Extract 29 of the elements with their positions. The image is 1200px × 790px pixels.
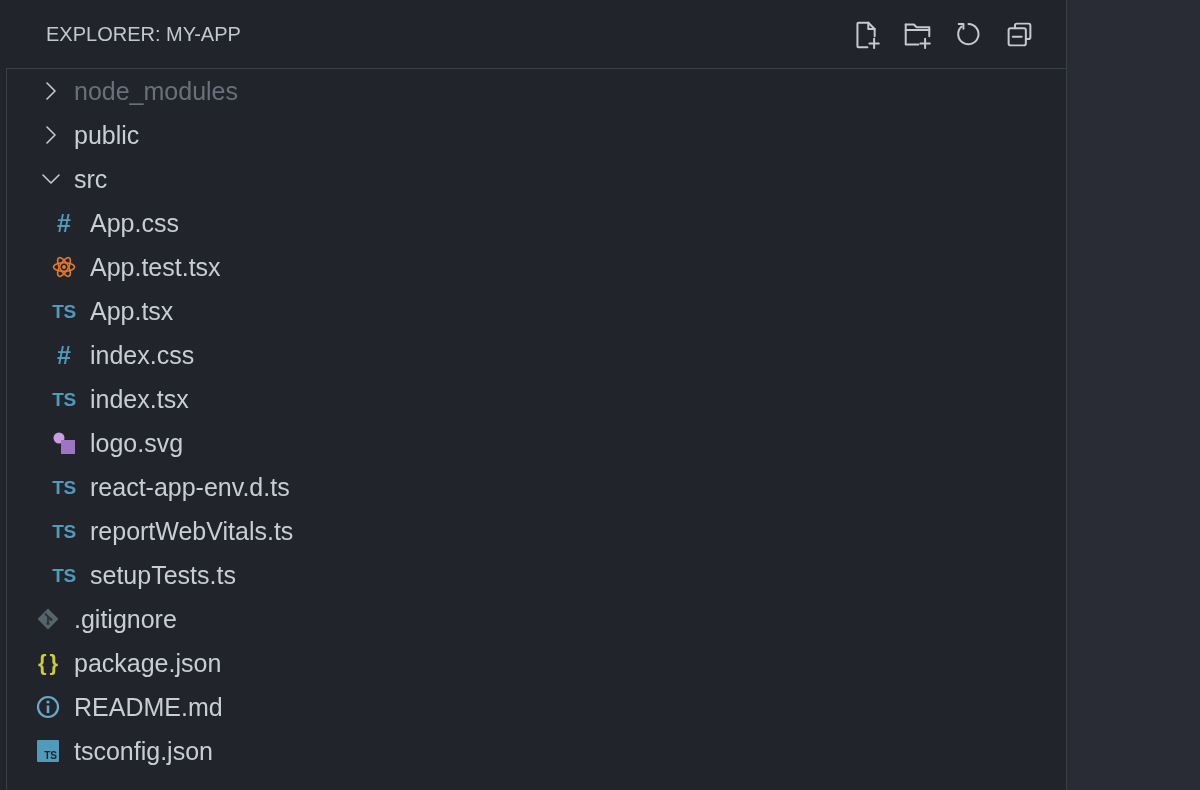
shapes-icon [52,431,76,455]
file-item[interactable]: TS reportWebVitals.ts [52,516,294,546]
ts-badge-icon: TS [37,740,59,762]
folder-item[interactable]: src [42,164,108,194]
file-item[interactable]: # App.css [52,208,179,238]
explorer-title: EXPLORER: MY-APP [46,22,241,46]
file-item[interactable]: App.test.tsx [52,252,221,282]
file-item[interactable]: TS react-app-env.d.ts [52,472,290,502]
file-item[interactable]: .gitignore [36,604,177,634]
file-item[interactable]: # index.css [52,340,195,370]
diamond-icon [36,607,60,631]
ts-icon: TS [52,301,76,321]
folder-item[interactable]: public [42,120,140,150]
file-item[interactable]: TS tsconfig.json [36,736,213,766]
file-item[interactable]: {} package.json [36,648,222,678]
info-icon [36,695,60,719]
file-item[interactable]: README.md [36,692,223,722]
atom-icon [52,255,76,279]
file-item[interactable]: TS setupTests.ts [52,560,236,590]
ts-icon: TS [52,521,76,541]
file-item[interactable]: logo.svg [52,428,184,458]
braces-icon: {} [34,652,62,674]
file-item[interactable]: TS index.tsx [52,384,189,414]
ts-icon: TS [52,389,76,409]
ts-icon: TS [52,565,76,585]
hash-icon: # [57,210,71,236]
hash-icon: # [57,342,71,368]
ts-icon: TS [52,477,76,497]
file-item[interactable]: TS App.tsx [52,296,174,326]
